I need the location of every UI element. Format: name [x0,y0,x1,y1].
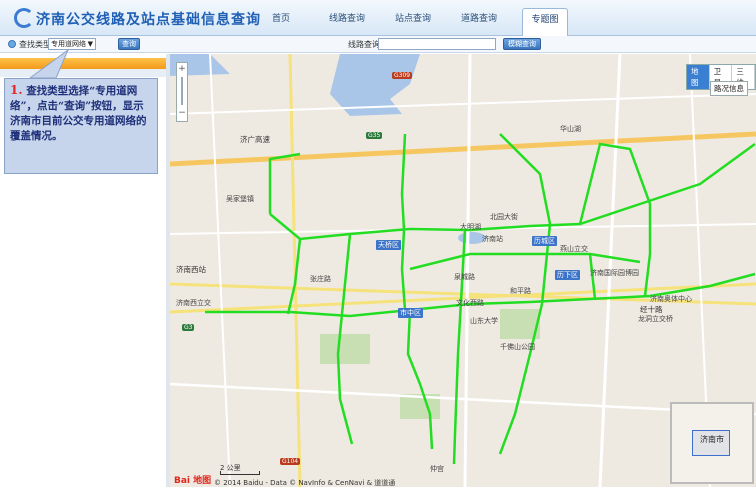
map-label: 济南奥体中心 [650,295,692,303]
note-text: 查找类型选择“专用道网络”，点击“查询”按钮，显示济南市目前公交专用道网络的覆盖… [10,85,147,142]
map-label: 山东大学 [470,317,498,325]
fuzzy-query-button[interactable]: 模糊查询 [503,38,541,50]
district-badge: 市中区 [398,308,423,318]
map-label: 北园大街 [490,213,518,221]
zoom-slider[interactable] [181,77,183,105]
district-badge: 天桥区 [376,240,401,250]
line-query-input[interactable] [378,38,496,50]
nav-tab-line-query[interactable]: 线路查询 [324,8,370,30]
map-canvas [170,54,756,487]
map-copyright: © 2014 Baidu - Data © NavInfo & CenNavi … [214,479,396,487]
zoom-control: + − [176,62,188,122]
map-label: 吴家堡镇 [226,195,254,203]
map-label: 张庄路 [310,275,331,283]
highway-shield: G309 [392,72,413,79]
overview-map[interactable]: 济南市 [670,402,754,484]
highway-shield: G104 [280,458,301,465]
zoom-out-button[interactable]: − [177,107,187,119]
district-badge: 历城区 [532,236,557,246]
map-label: 龙洞立交桥 [638,315,673,323]
map-type-map[interactable]: 地图 [687,65,710,89]
map-label: 仲宫 [430,465,444,473]
bus-lane-route [336,313,354,445]
highway-shield: G3 [182,324,195,331]
map-label: 济南国际园博园 [590,269,639,277]
minor-road [209,54,231,487]
district-badge: 历下区 [555,270,580,280]
map-label: 济南站 [482,235,503,243]
traffic-info-button[interactable]: 路况信息 [710,81,748,96]
overview-label: 济南市 [700,435,724,444]
bus-lane-route [452,228,467,465]
map-label: 大明湖 [460,223,481,231]
nav-tab-home[interactable]: 首页 [258,8,304,30]
main-road [463,54,472,487]
line-query-label: 线路查询 [348,40,380,49]
map-label: 燕山立交 [560,245,588,253]
map-label: 济南西立交 [176,299,211,307]
note-number: 1. [10,83,23,97]
nav-tab-stop-query[interactable]: 站点查询 [390,8,436,30]
app-header: 济南公交线路及站点基础信息查询 首页 线路查询 站点查询 道路查询 专题图 [0,0,756,36]
park-area [320,334,370,364]
zoom-in-button[interactable]: + [177,63,187,75]
map-view[interactable]: 济广高速 济南西站 吴家堡镇 张庄路 济南站 泉城路 文化西路 经十路 山东大学… [170,54,756,487]
app-logo-icon [14,8,34,28]
minor-road [170,382,756,416]
bus-lane-route [498,353,532,455]
map-label: 华山湖 [560,125,581,133]
map-label: 千佛山公园 [500,343,535,351]
nav-tab-thematic-map[interactable]: 专题图 [522,8,568,36]
main-nav: 首页 线路查询 站点查询 道路查询 专题图 [258,8,588,36]
highway-shield: G35 [366,132,383,139]
map-label: 济广高速 [240,135,270,144]
nav-tab-road-query[interactable]: 道路查询 [456,8,502,30]
map-label: 济南西站 [176,265,206,274]
map-label: 泉城路 [454,273,475,281]
instruction-note: 1. 查找类型选择“专用道网络”，点击“查询”按钮，显示济南市目前公交专用道网络… [4,78,158,174]
bus-lane-route [409,252,641,271]
baidu-logo: Bai 地图 [174,476,212,486]
bus-lane-route [406,309,434,450]
main-road [288,54,302,487]
map-label: 和平路 [510,287,531,295]
map-label: 文化西路 [456,299,484,307]
minor-road [170,93,756,115]
bus-lane-route [400,133,407,311]
app-title: 济南公交线路及站点基础信息查询 [36,12,261,28]
scale-bar [220,471,260,475]
